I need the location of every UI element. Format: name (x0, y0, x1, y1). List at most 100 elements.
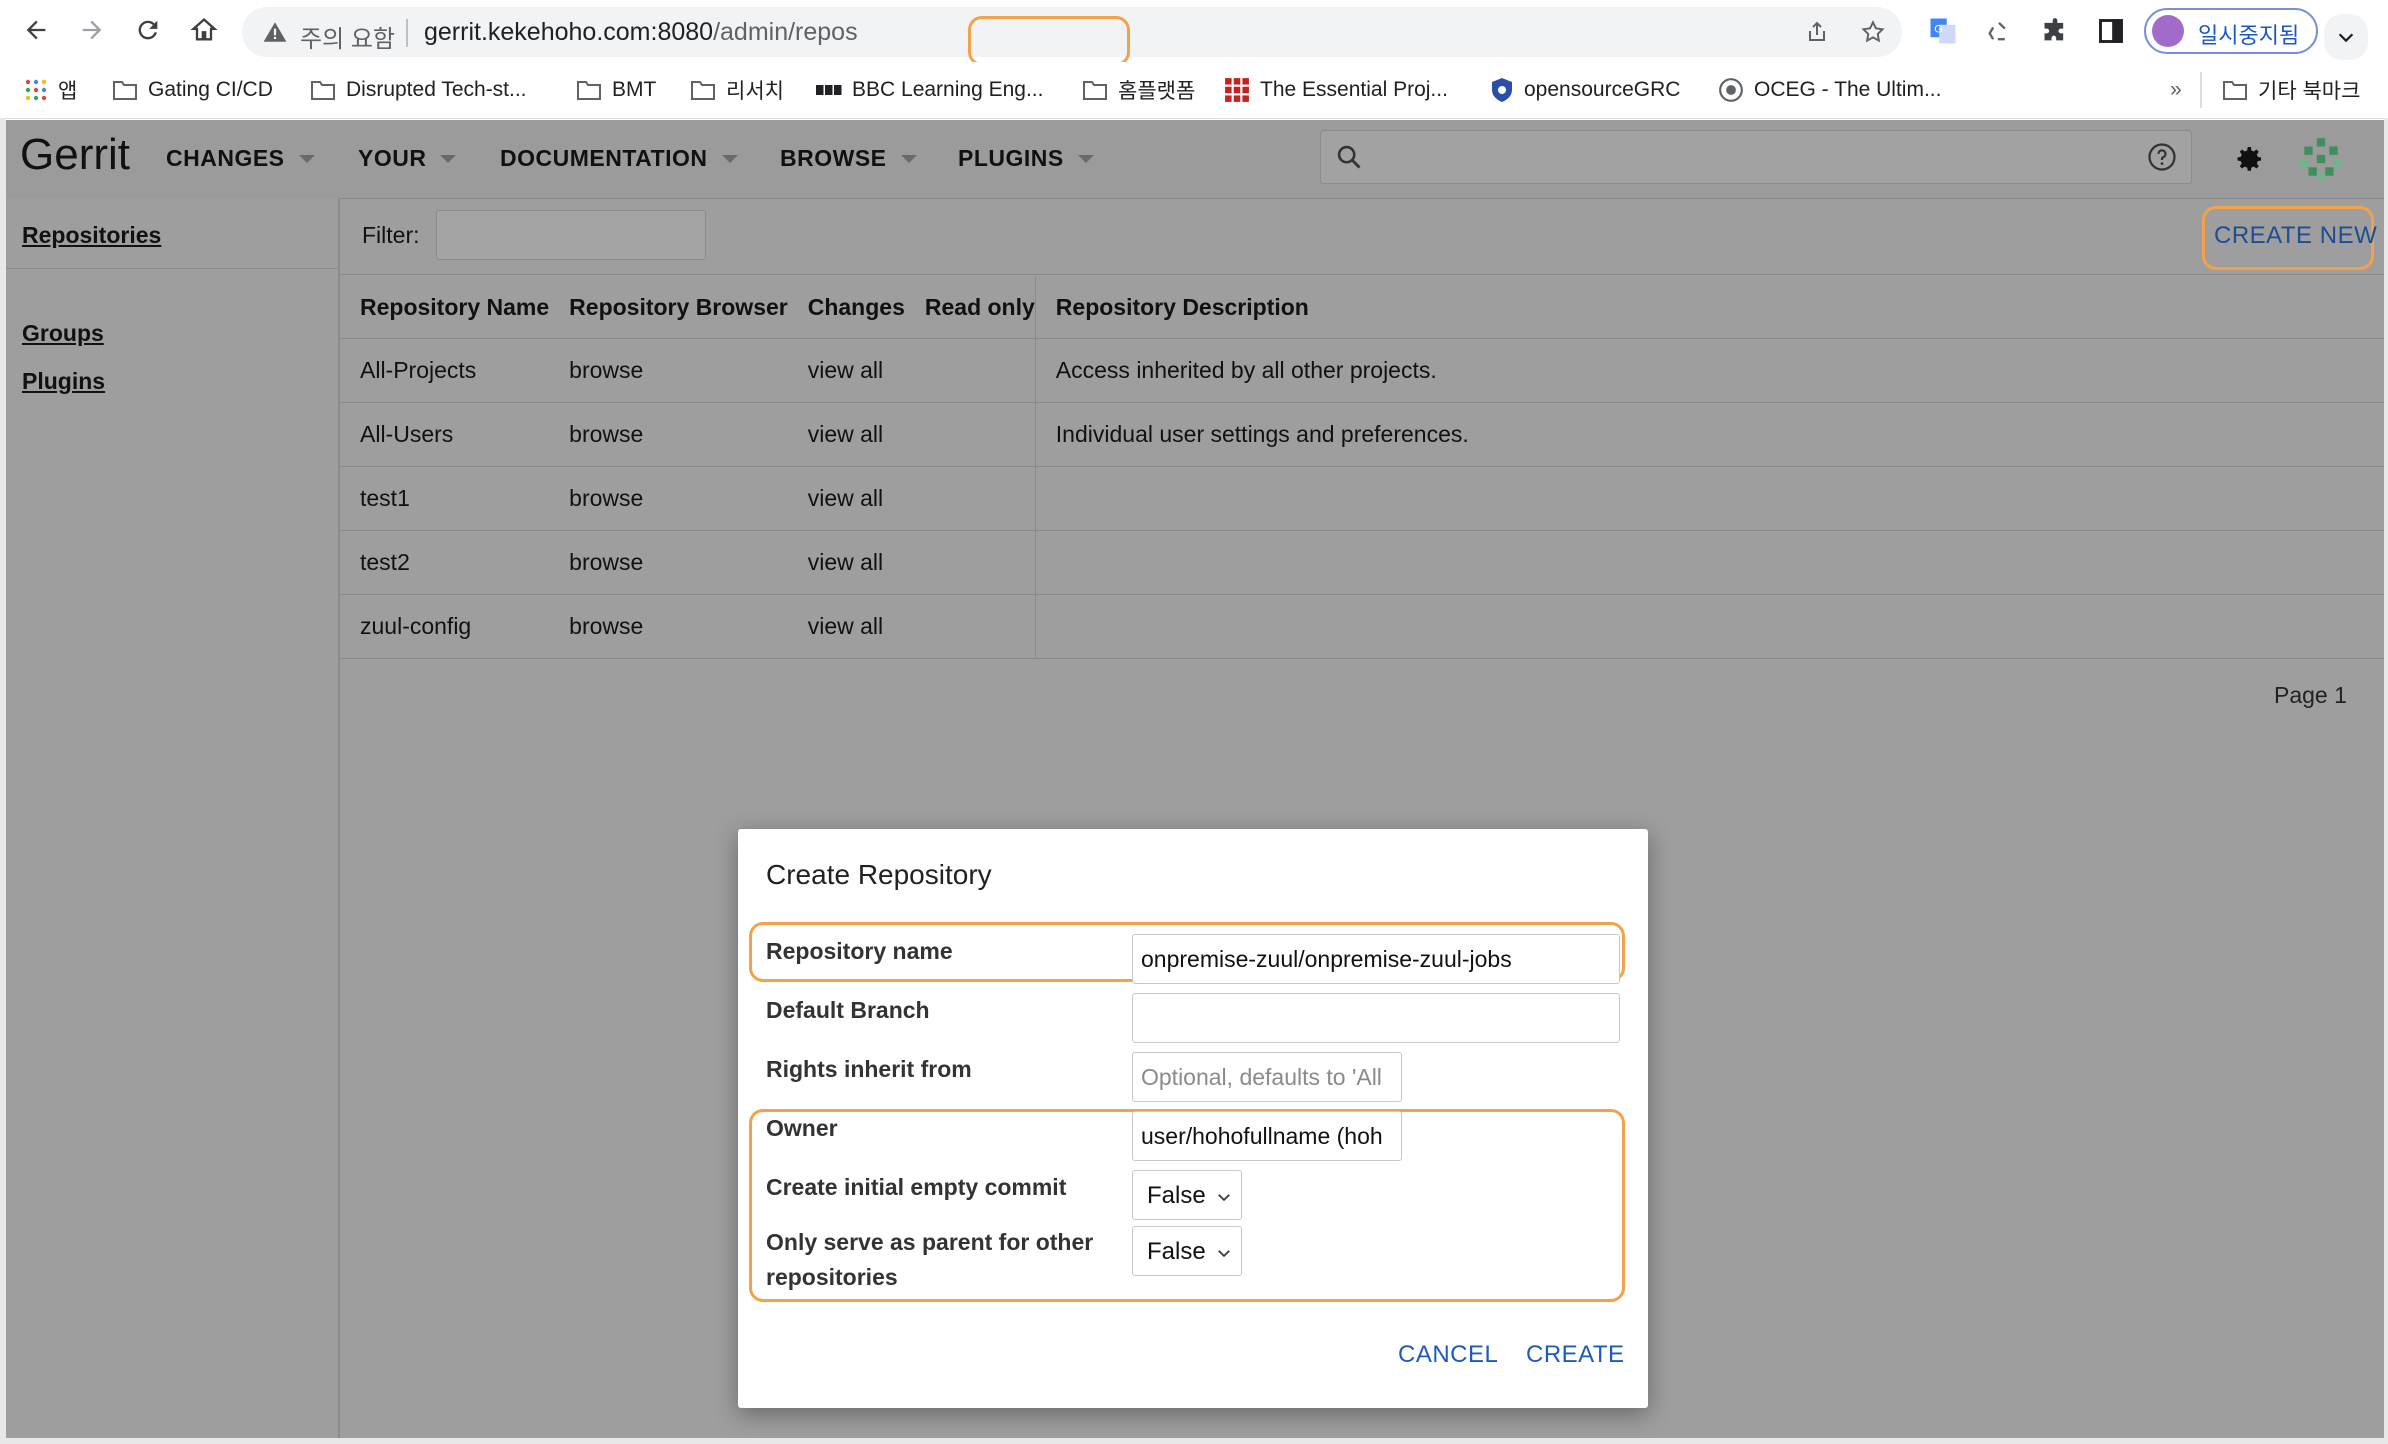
view-all-link[interactable]: view all (787, 338, 905, 403)
repo-name-link[interactable]: test1 (340, 466, 550, 531)
initial-commit-label: Create initial empty commit (766, 1174, 1067, 1200)
bookmarks-overflow-button[interactable]: » (2170, 76, 2182, 104)
profile-label: 일시중지됨 (2198, 23, 2300, 48)
security-label[interactable]: 주의 요함 (300, 19, 395, 54)
extensions-icon[interactable] (2038, 14, 2072, 48)
side-panel-icon[interactable] (2094, 14, 2128, 48)
column-header[interactable]: Repository Name (340, 276, 550, 339)
warning-icon[interactable] (262, 19, 288, 50)
reload-icon[interactable] (128, 10, 168, 50)
chevron-down-icon (1215, 1241, 1233, 1269)
rights-inherit-input[interactable] (1132, 1052, 1402, 1102)
browse-link[interactable]: browse (549, 402, 788, 467)
bookmark-star-icon[interactable] (1858, 17, 1888, 47)
repo-name-link[interactable]: All-Projects (340, 338, 550, 403)
share-icon[interactable] (1802, 17, 1832, 47)
create-new-button[interactable]: CREATE NEW (2214, 222, 2377, 250)
folder-icon (1082, 79, 1108, 101)
browser-toolbar: 주의 요함 gerrit.kekehoho.com:8080/admin/rep… (0, 0, 2388, 66)
chrome-menu-button[interactable] (2324, 14, 2368, 60)
bookmark-label: 리서치 (726, 80, 784, 103)
bookmark-folder-disrupted[interactable]: Disrupted Tech-st... (310, 76, 527, 104)
home-icon[interactable] (184, 10, 224, 50)
create-repository-dialog: Create Repository Repository name Defaul… (738, 829, 1648, 1408)
initial-commit-select[interactable]: False (1132, 1170, 1242, 1220)
owner-input[interactable] (1132, 1111, 1402, 1161)
chevron-down-icon (1215, 1185, 1233, 1213)
url-text[interactable]: gerrit.kekehoho.com:8080/admin/repos (424, 18, 858, 47)
caret-down-icon (440, 154, 457, 163)
bookmark-label: 홈플랫폼 (1118, 80, 1196, 103)
view-all-link[interactable]: view all (787, 402, 905, 467)
url-host: gerrit.kekehoho.com:8080 (424, 18, 714, 46)
repo-name-link[interactable]: test2 (340, 530, 550, 595)
gerrit-logo-title[interactable]: Gerrit (20, 130, 130, 180)
table-header-row: Repository Name Repository Browser Chang… (340, 276, 2384, 339)
filter-input[interactable] (436, 210, 706, 260)
browse-link[interactable]: browse (549, 338, 788, 403)
user-avatar-icon[interactable] (2296, 134, 2346, 189)
folder-icon (690, 79, 716, 101)
description-cell (1034, 530, 2384, 595)
bookmark-bbc[interactable]: BBC Learning Eng... (816, 76, 1043, 104)
bookmark-folder-bmt[interactable]: BMT (576, 76, 656, 104)
table-row: zuul-config browse view all (340, 594, 2384, 659)
view-all-link[interactable]: view all (787, 466, 905, 531)
bookmark-oceg[interactable]: OCEG - The Ultim... (1718, 76, 1941, 104)
sidebar-item-groups[interactable]: Groups (22, 320, 104, 347)
bookmark-other-folder[interactable]: 기타 북마크 (2222, 76, 2360, 104)
search-input[interactable] (1320, 130, 2192, 184)
repo-name-input[interactable] (1132, 934, 1620, 984)
menu-browse[interactable]: BROWSE (780, 145, 917, 172)
repo-name-link[interactable]: All-Users (340, 402, 550, 467)
cancel-button[interactable]: CANCEL (1398, 1341, 1498, 1369)
view-all-link[interactable]: view all (787, 594, 905, 659)
forward-icon[interactable] (72, 10, 112, 50)
browse-link[interactable]: browse (549, 594, 788, 659)
menu-your[interactable]: YOUR (358, 145, 457, 172)
translate-icon[interactable]: G (1926, 14, 1960, 48)
folder-icon (2222, 79, 2248, 101)
label-line: Only serve as parent for other (766, 1229, 1094, 1255)
red-grid-icon (1224, 77, 1250, 103)
bookmark-opensourcegrc[interactable]: opensourceGRC (1490, 76, 1680, 104)
column-header[interactable]: Repository Browser (549, 276, 788, 339)
table-row: test1 browse view all (340, 466, 2384, 531)
svg-text:G: G (1934, 23, 1943, 35)
table-row: All-Users browse view all Individual use… (340, 402, 2384, 467)
bookmark-folder-research[interactable]: 리서치 (690, 76, 784, 104)
recycle-icon[interactable] (1982, 14, 2016, 48)
menu-plugins[interactable]: PLUGINS (958, 145, 1094, 172)
caret-down-icon (900, 154, 917, 163)
address-bar[interactable]: 주의 요함 gerrit.kekehoho.com:8080/admin/rep… (242, 7, 1902, 66)
default-branch-input[interactable] (1132, 993, 1620, 1043)
column-header[interactable]: Read only (904, 276, 1036, 339)
caret-down-icon (298, 154, 315, 163)
bbc-icon (816, 83, 842, 97)
gerrit-header: Gerrit CHANGES YOUR DOCUMENTATION BROWSE… (6, 120, 2384, 199)
sidebar-item-repositories[interactable]: Repositories (22, 222, 161, 249)
read-only-cell (904, 466, 1036, 531)
column-header[interactable]: Repository Description (1034, 276, 2384, 339)
create-button[interactable]: CREATE (1526, 1341, 1625, 1369)
menu-changes[interactable]: CHANGES (166, 145, 315, 172)
help-icon[interactable] (2147, 142, 2177, 177)
column-header[interactable]: Changes (787, 276, 905, 339)
bookmark-essential[interactable]: The Essential Proj... (1224, 76, 1448, 104)
browse-link[interactable]: browse (549, 466, 788, 531)
browse-link[interactable]: browse (549, 530, 788, 595)
bookmark-apps[interactable]: 앱 (24, 76, 77, 104)
menu-documentation[interactable]: DOCUMENTATION (500, 145, 738, 172)
window-frame-right (2384, 118, 2388, 1444)
sidebar-item-plugins[interactable]: Plugins (22, 368, 105, 395)
parent-only-select[interactable]: False (1132, 1226, 1242, 1276)
folder-icon (576, 79, 602, 101)
profile-button[interactable]: 일시중지됨 (2144, 8, 2318, 54)
view-all-link[interactable]: view all (787, 530, 905, 595)
bookmark-folder-gating[interactable]: Gating CI/CD (112, 76, 273, 104)
back-icon[interactable] (16, 10, 56, 50)
select-value: False (1147, 1238, 1206, 1265)
bookmark-folder-homeplatform[interactable]: 홈플랫폼 (1082, 76, 1195, 104)
gear-icon[interactable] (2232, 142, 2266, 181)
repo-name-link[interactable]: zuul-config (340, 594, 550, 659)
